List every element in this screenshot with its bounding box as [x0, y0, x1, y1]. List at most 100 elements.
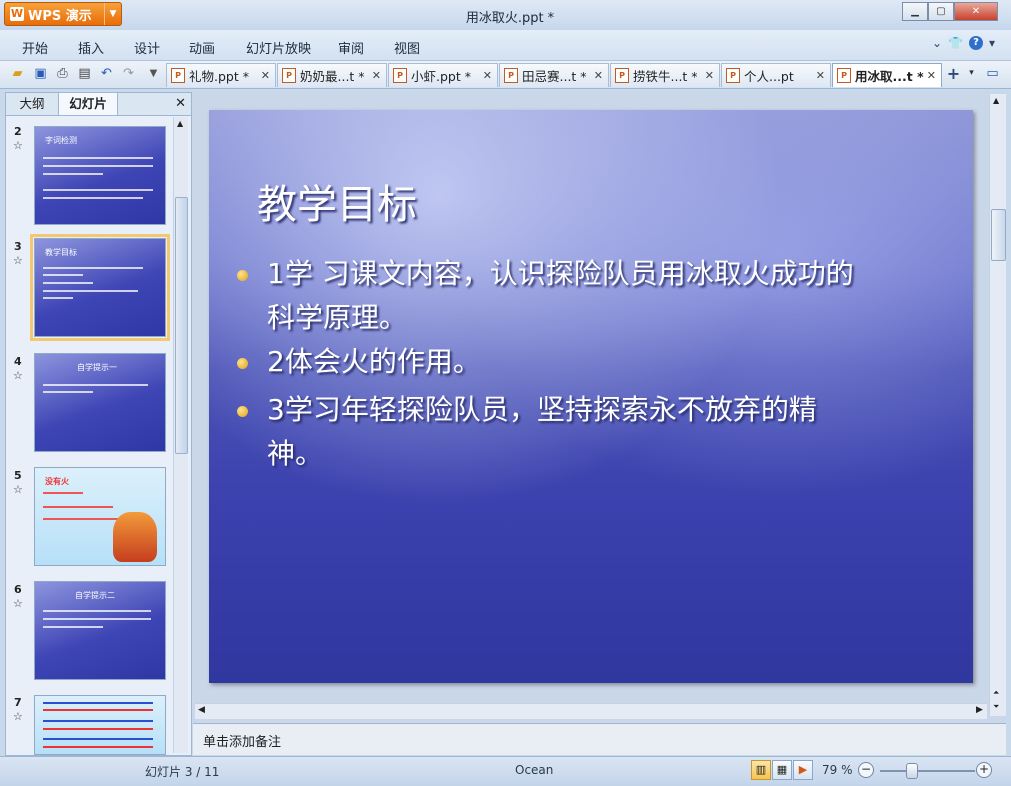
maximize-button[interactable]: ▢ [928, 2, 954, 21]
close-tab-icon[interactable]: ✕ [483, 69, 492, 82]
thumbnail-number: 6 [14, 583, 22, 596]
thumbnail-text-line [43, 728, 153, 730]
bullet-dot-icon [237, 358, 248, 369]
customize-toolbar-icon[interactable]: ▼ [146, 66, 161, 81]
tab-doc-3[interactable]: P 小虾.ppt * ✕ [388, 63, 498, 87]
ppt-file-icon: P [726, 68, 740, 83]
slide-vertical-scrollbar[interactable]: ▲ ⏶ ⏷ [989, 94, 1006, 716]
previous-slide-icon[interactable]: ⏶ [993, 688, 999, 698]
tab-label: 田忌赛...t * [522, 69, 587, 84]
slide-thumbnail[interactable]: 字词检测 [34, 126, 166, 225]
tab-label: 礼物.ppt * [189, 69, 249, 84]
skin-icon[interactable]: 👕 [948, 36, 963, 50]
save-icon[interactable]: ▣ [33, 66, 48, 81]
scroll-up-icon[interactable]: ▲ [177, 119, 183, 128]
thumbnail-text-line [43, 610, 151, 612]
thumbnail-text-line [43, 157, 153, 159]
close-window-button[interactable]: ✕ [954, 2, 998, 21]
zoom-in-button[interactable]: + [976, 762, 992, 778]
scrollbar-thumb[interactable] [991, 209, 1006, 261]
tab-outline[interactable]: 大纲 [6, 93, 58, 115]
open-folder-icon[interactable]: ▰ [10, 66, 25, 81]
zoom-out-button[interactable]: − [858, 762, 874, 778]
slide-bullet[interactable]: 2体会火的作用。 [237, 340, 857, 384]
ppt-file-icon: P [282, 68, 296, 83]
print-icon[interactable]: ⎙ [55, 66, 70, 81]
thumbnail-text-line [43, 626, 103, 628]
menu-review[interactable]: 审阅 [338, 38, 364, 57]
new-tab-icon[interactable]: + [946, 66, 961, 82]
slide-canvas[interactable]: 教学目标 1学 习课文内容，认识探险队员用冰取火成功的科学原理。 2体会火的作用… [209, 110, 973, 683]
slide-bullet[interactable]: 3学习年轻探险队员，坚持探索永不放弃的精神。 [237, 388, 857, 476]
print-preview-icon[interactable]: ▤ [77, 66, 92, 81]
ppt-file-icon: P [837, 68, 851, 83]
menu-design[interactable]: 设计 [134, 38, 160, 57]
close-tab-icon[interactable]: ✕ [372, 69, 381, 82]
tab-doc-1[interactable]: P 礼物.ppt * ✕ [166, 63, 276, 87]
thumbnails-scrollbar[interactable]: ▲ [173, 117, 188, 753]
slide-title[interactable]: 教学目标 [257, 172, 417, 230]
close-tab-icon[interactable]: ✕ [261, 69, 270, 82]
menu-home[interactable]: 开始 [22, 38, 48, 57]
notes-placeholder: 单击添加备注 [203, 735, 282, 750]
slideshow-view-button[interactable]: ▶ [793, 760, 813, 780]
slide-thumbnail-selected[interactable]: 教学目标 [30, 234, 170, 341]
zoom-level[interactable]: 79 % [822, 763, 853, 777]
thumbnail-text-line [43, 197, 143, 199]
thumbnail-text-line [43, 709, 153, 711]
chevron-down-icon: ▼ [104, 3, 121, 25]
tab-slides[interactable]: 幻灯片 [58, 93, 118, 115]
window-title: 用冰取火.ppt * [465, 11, 555, 26]
thumbnail-text-line [43, 165, 153, 167]
wps-menu-button[interactable]: W WPS 演示 ▼ [4, 2, 122, 26]
scroll-right-icon[interactable]: ▶ [976, 705, 983, 715]
menu-insert[interactable]: 插入 [78, 38, 104, 57]
slide-sorter-view-button[interactable]: ▦ [772, 760, 792, 780]
notes-pane[interactable]: 单击添加备注 [193, 723, 1006, 755]
ppt-file-icon: P [615, 68, 629, 83]
normal-view-button[interactable]: ▥ [751, 760, 771, 780]
menu-animation[interactable]: 动画 [189, 38, 215, 57]
tab-list-dropdown-icon[interactable]: ▾ [964, 66, 979, 81]
ribbon-collapse-icon[interactable]: ⌄ [932, 36, 942, 50]
slide-thumbnail[interactable]: 自学提示一 [34, 353, 166, 452]
app-brand-label: WPS 演示 [28, 8, 92, 24]
minimize-button[interactable]: ▁ [902, 2, 928, 21]
slide-horizontal-scrollbar[interactable]: ◀ ▶ [195, 703, 987, 719]
slide-thumbnail[interactable]: 没有火 [34, 467, 166, 566]
next-slide-icon[interactable]: ⏷ [993, 702, 999, 712]
zoom-slider-track[interactable] [880, 770, 975, 772]
scroll-left-icon[interactable]: ◀ [198, 705, 205, 715]
zoom-slider-thumb[interactable] [906, 763, 918, 779]
thumbnail-title: 字词检测 [45, 136, 77, 145]
close-tab-icon[interactable]: ✕ [594, 69, 603, 82]
scroll-up-icon[interactable]: ▲ [993, 96, 999, 105]
tab-doc-5[interactable]: P 捞铁牛...t * ✕ [610, 63, 720, 87]
help-dropdown-icon[interactable]: ▾ [989, 36, 995, 50]
slide-thumbnail[interactable] [34, 695, 166, 755]
redo-icon[interactable]: ↷ [121, 66, 136, 81]
ppt-file-icon: P [393, 68, 407, 83]
tab-doc-active[interactable]: P 用冰取...t * ✕ [832, 63, 942, 87]
close-pane-icon[interactable]: ✕ [175, 96, 186, 111]
close-tab-icon[interactable]: ✕ [705, 69, 714, 82]
slide-bullet[interactable]: 1学 习课文内容，认识探险队员用冰取火成功的科学原理。 [237, 252, 857, 340]
title-bar: W WPS 演示 ▼ 用冰取火.ppt * ▁ ▢ ✕ [0, 0, 1011, 30]
scrollbar-thumb[interactable] [175, 197, 188, 454]
help-icon[interactable]: ? [969, 36, 984, 50]
menu-slideshow[interactable]: 幻灯片放映 [246, 38, 311, 57]
thumbnail-number: 3 [14, 240, 22, 253]
restore-layout-icon[interactable]: ▭ [985, 66, 1000, 81]
animation-star-icon: ☆ [13, 710, 23, 723]
menu-view[interactable]: 视图 [394, 38, 420, 57]
undo-icon[interactable]: ↶ [99, 66, 114, 81]
tab-doc-2[interactable]: P 奶奶最...t * ✕ [277, 63, 387, 87]
tab-label: 捞铁牛...t * [633, 69, 698, 84]
animation-star-icon: ☆ [13, 483, 23, 496]
thumbnail-text-line [43, 290, 138, 292]
tab-doc-4[interactable]: P 田忌赛...t * ✕ [499, 63, 609, 87]
slide-thumbnail[interactable]: 自学提示二 [34, 581, 166, 680]
tab-doc-6[interactable]: P 个人...pt ✕ [721, 63, 831, 87]
close-tab-icon[interactable]: ✕ [927, 69, 936, 82]
close-tab-icon[interactable]: ✕ [816, 69, 825, 82]
